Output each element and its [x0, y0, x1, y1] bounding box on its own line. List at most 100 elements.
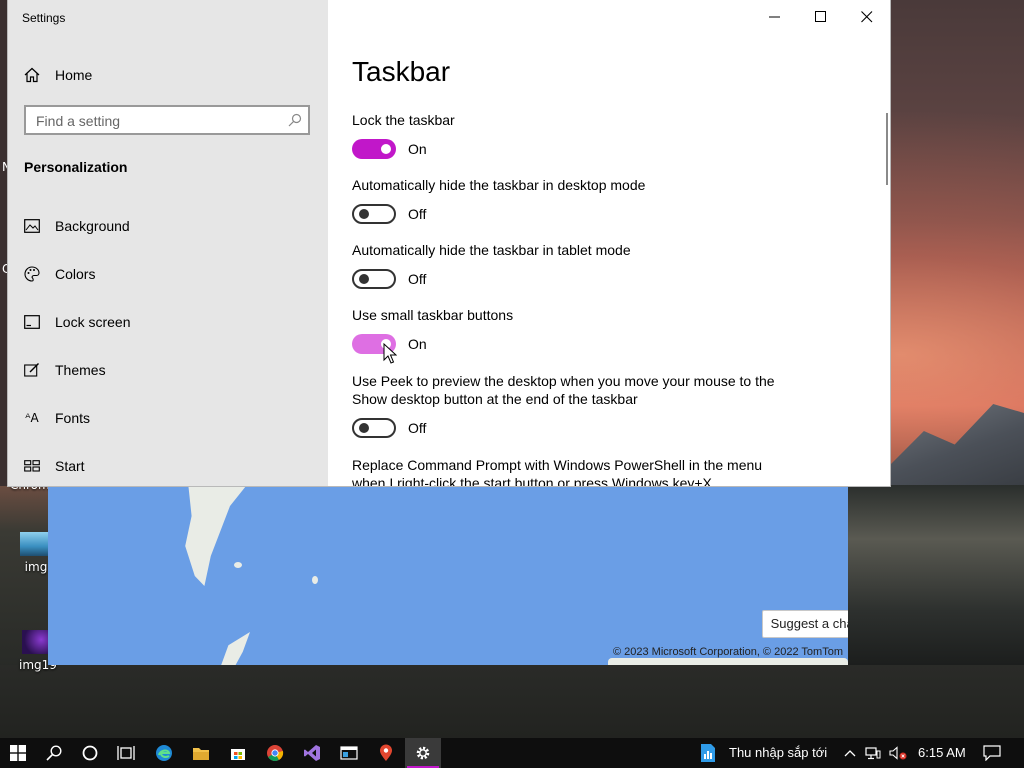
desktop-icon-label: img	[24, 560, 48, 574]
taskbar-app-visual-studio[interactable]	[294, 738, 330, 768]
search-input[interactable]	[34, 112, 278, 130]
setting-label-peek: Use Peek to preview the desktop when you…	[352, 373, 775, 407]
map-view[interactable]: Suggest a change © 2023 Microsoft Corpor…	[48, 486, 848, 665]
themes-icon	[24, 362, 40, 378]
toggle-row-autohide-desktop: Off	[352, 203, 426, 225]
toggle-state: Off	[408, 420, 427, 436]
map-landmass-south-america	[185, 486, 246, 586]
autohide-desktop-toggle[interactable]	[352, 204, 396, 224]
home-label: Home	[55, 67, 93, 83]
mouse-cursor-icon	[383, 343, 397, 364]
network-icon	[865, 747, 881, 760]
setting-label-lock-taskbar: Lock the taskbar	[352, 112, 455, 128]
home-icon	[24, 67, 40, 83]
speaker-muted-icon	[889, 746, 907, 760]
toggle-knob	[359, 209, 369, 219]
map-landmass-island-2	[312, 576, 318, 584]
sidebar-item-lock-screen[interactable]: Lock screen	[24, 310, 130, 334]
volume-button[interactable]	[886, 738, 910, 768]
toggle-row-autohide-tablet: Off	[352, 268, 426, 290]
toggle-state: Off	[408, 271, 427, 287]
network-button[interactable]	[862, 738, 884, 768]
news-widget-text[interactable]: Thu nhập sắp tới	[729, 738, 827, 768]
chrome-icon	[267, 745, 284, 761]
toggle-row-lock-taskbar: On	[352, 138, 427, 160]
scrollbar-thumb[interactable]	[886, 113, 888, 185]
taskbar-app-settings[interactable]	[405, 738, 441, 768]
taskbar: Thu nhập sắp tới 6:15 AM	[0, 738, 1024, 768]
taskbar-app-maps[interactable]	[368, 738, 404, 768]
sidebar-item-fonts[interactable]: ᴬA Fonts	[24, 406, 90, 430]
search-taskbar-button[interactable]	[36, 738, 72, 768]
taskbar-app-chrome[interactable]	[257, 738, 293, 768]
cortana-button[interactable]	[72, 738, 108, 768]
toggle-knob	[359, 423, 369, 433]
sidebar-item-background[interactable]: Background	[24, 214, 130, 238]
clock-time[interactable]: 6:15 AM	[918, 738, 966, 768]
gear-icon	[416, 746, 430, 760]
task-view-button[interactable]	[108, 738, 144, 768]
taskbar-app-store[interactable]	[220, 738, 256, 768]
map-landmass-antarctica-shore	[608, 658, 848, 665]
weather-widget-icon-button[interactable]	[690, 738, 726, 768]
cortana-circle-icon	[82, 745, 98, 761]
home-nav-item[interactable]: Home	[24, 64, 92, 86]
lock-taskbar-toggle[interactable]	[352, 139, 396, 159]
settings-search-box[interactable]	[24, 105, 310, 135]
sidebar-item-label: Fonts	[55, 410, 91, 426]
start-button[interactable]	[0, 738, 36, 768]
toggle-row-peek: Off	[352, 417, 426, 439]
picture-icon	[24, 218, 40, 234]
sidebar-item-colors[interactable]: Colors	[24, 262, 95, 286]
folder-icon	[193, 748, 209, 760]
notification-center-button[interactable]	[974, 738, 1010, 768]
settings-content: Taskbar Lock the taskbar On Automaticall…	[328, 0, 890, 486]
setting-label-small-buttons: Use small taskbar buttons	[352, 307, 514, 323]
toggle-state: On	[408, 141, 427, 157]
edge-icon	[156, 745, 172, 761]
toggle-knob	[381, 144, 391, 154]
sidebar-item-start[interactable]: Start	[24, 454, 85, 478]
section-title: Personalization	[24, 159, 128, 175]
sidebar-item-label: Lock screen	[55, 314, 131, 330]
sidebar-item-label: Colors	[55, 266, 96, 282]
document-chart-icon	[701, 744, 715, 762]
sidebar-item-themes[interactable]: Themes	[24, 358, 106, 382]
page-title: Taskbar	[352, 56, 451, 87]
taskbar-app-edge[interactable]	[146, 738, 182, 768]
settings-window: Settings Home Personalization Background…	[8, 0, 890, 486]
search-icon[interactable]	[288, 113, 302, 132]
map-landmass-antarctic	[221, 632, 250, 665]
sidebar-item-label: Background	[55, 218, 130, 234]
toggle-state: Off	[408, 206, 427, 222]
taskbar-app-file-explorer[interactable]	[183, 738, 219, 768]
suggest-change-button[interactable]: Suggest a change	[762, 610, 848, 638]
visual-studio-icon	[304, 745, 320, 761]
palette-icon	[24, 266, 40, 282]
map-landmass-island	[234, 562, 242, 568]
start-icon	[24, 458, 40, 474]
wallpaper-mountain	[870, 404, 1024, 485]
lock-screen-icon	[24, 314, 40, 330]
toggle-knob	[359, 274, 369, 284]
autohide-tablet-toggle[interactable]	[352, 269, 396, 289]
windows-logo-icon	[10, 745, 26, 761]
app-window-icon	[340, 746, 358, 760]
taskbar-app-window[interactable]	[331, 738, 367, 768]
window-title: Settings	[22, 11, 66, 25]
store-icon	[231, 749, 245, 760]
show-hidden-icons-button[interactable]	[840, 738, 860, 768]
sidebar-item-label: Themes	[55, 362, 106, 378]
wallpaper-lake	[848, 485, 1024, 665]
toggle-state: On	[408, 336, 427, 352]
fonts-icon: ᴬA	[25, 411, 39, 425]
search-icon	[46, 745, 62, 761]
sidebar-item-label: Start	[55, 458, 85, 474]
map-pin-icon	[380, 744, 392, 761]
setting-label-autohide-desktop: Automatically hide the taskbar in deskto…	[352, 177, 646, 193]
task-view-icon	[117, 746, 135, 760]
peek-toggle[interactable]	[352, 418, 396, 438]
notification-icon	[983, 745, 1001, 761]
map-copyright: © 2023 Microsoft Corporation, © 2022 Tom…	[612, 646, 843, 658]
chevron-up-icon	[844, 750, 856, 757]
